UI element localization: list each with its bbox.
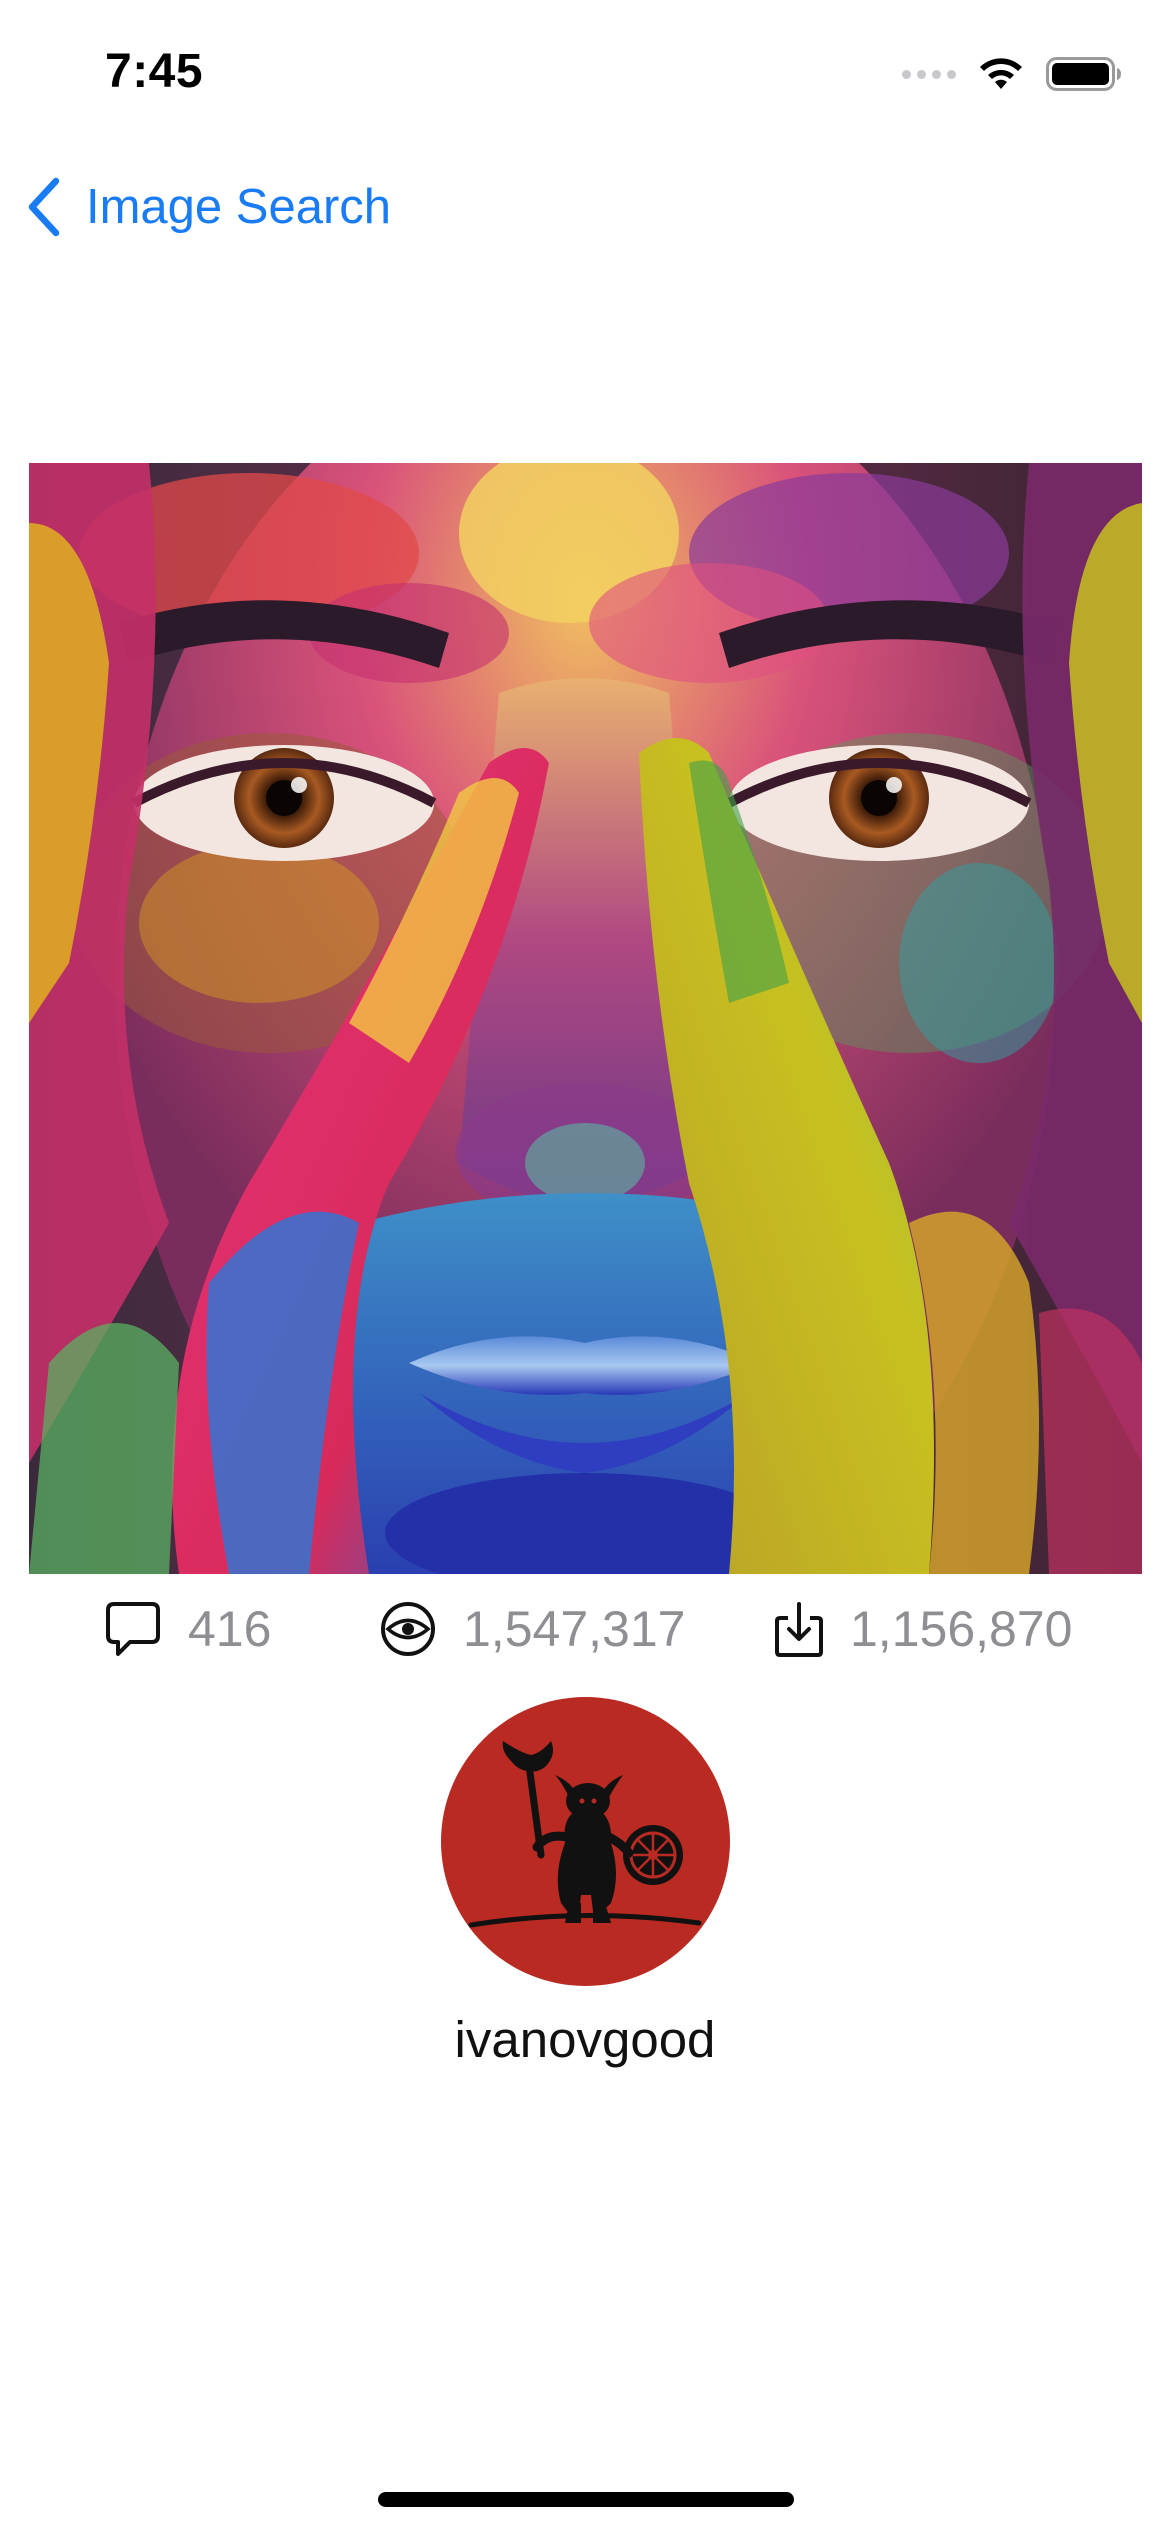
search-result-photo <box>29 463 1142 1574</box>
home-indicator[interactable] <box>378 2492 794 2507</box>
status-icons <box>902 52 1122 96</box>
battery-icon <box>1046 57 1121 91</box>
comments-count: 416 <box>188 1601 272 1657</box>
cellular-signal-icon <box>902 69 956 79</box>
speech-bubble-icon <box>106 1602 160 1656</box>
user-avatar[interactable] <box>441 1697 730 1986</box>
downloads-stat: 1,156,870 <box>774 1594 1072 1664</box>
viking-avatar-icon <box>468 1741 702 1928</box>
status-bar: 7:45 <box>0 0 1170 150</box>
image-detail-screen: 7:45 Image Search 416 1,547,317 1,156,87… <box>0 0 1170 2532</box>
username[interactable]: ivanovgood <box>0 2010 1170 2069</box>
wifi-icon <box>980 58 1022 89</box>
eye-icon <box>381 1602 435 1656</box>
downloads-count: 1,156,870 <box>850 1601 1073 1657</box>
views-stat: 1,547,317 <box>379 1594 685 1664</box>
back-button-label: Image Search <box>86 180 392 234</box>
comments-stat: 416 <box>104 1594 271 1664</box>
stats-row: 416 1,547,317 1,156,870 <box>0 1594 1170 1664</box>
download-tray-icon <box>775 1602 823 1657</box>
chevron-left-icon <box>28 177 60 237</box>
views-count: 1,547,317 <box>463 1601 686 1657</box>
status-time: 7:45 <box>105 45 204 98</box>
back-button[interactable]: Image Search <box>24 172 391 242</box>
